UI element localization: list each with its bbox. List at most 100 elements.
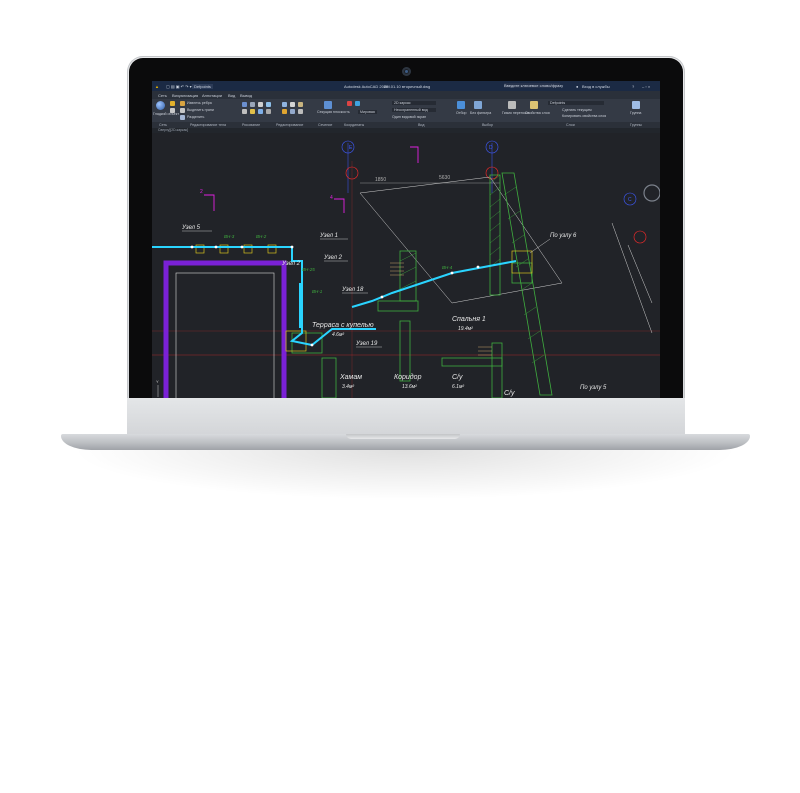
quick-access-toolbar[interactable]: ▢ ▤ ▣ ↶ ↷ ▾ bbox=[166, 84, 192, 89]
layer-props-icon[interactable] bbox=[530, 101, 538, 109]
pipe-label-vn2: ВН-2 bbox=[256, 234, 267, 239]
room-outline-left bbox=[175, 272, 275, 398]
match-layer-button[interactable]: Копировать свойства слоя bbox=[562, 114, 606, 118]
ucs-origin-icon[interactable] bbox=[355, 101, 360, 106]
group-title-selection: Выбор bbox=[482, 123, 494, 127]
spline-icon[interactable] bbox=[258, 109, 263, 114]
make-current-button[interactable]: Сделать текущим bbox=[562, 108, 592, 112]
label-uzel2: Узел 2 bbox=[323, 255, 343, 261]
group-title-modify: Редактирование bbox=[276, 123, 304, 127]
room-hamam-area: 3.4м² bbox=[342, 384, 354, 390]
hatched-walls bbox=[291, 172, 553, 398]
webcam-icon bbox=[402, 67, 411, 76]
tab-view[interactable]: Вид bbox=[228, 93, 235, 98]
viewport-config-dropdown[interactable]: Один видовой экран bbox=[392, 115, 426, 119]
extract-edges-label[interactable]: Извлечь ребра bbox=[187, 101, 212, 105]
dimension-5630: 5630 bbox=[439, 175, 450, 181]
polyline-icon[interactable] bbox=[250, 102, 255, 107]
signin-button[interactable]: Вход в службы bbox=[582, 84, 610, 89]
section-plane-label[interactable]: Секущая плоскость bbox=[317, 110, 350, 114]
gizmo-icon[interactable] bbox=[508, 101, 516, 109]
label-uzel18: Узел 18 bbox=[341, 287, 364, 293]
group-title-mesh: Сеть bbox=[159, 123, 167, 127]
line-icon[interactable] bbox=[242, 102, 247, 107]
dim-line-right bbox=[611, 222, 653, 334]
world-dropdown[interactable]: Мировая bbox=[358, 110, 377, 114]
smooth-object-icon[interactable] bbox=[156, 101, 165, 110]
room-corridor-area: 13.6м² bbox=[402, 384, 417, 390]
mirror-icon[interactable] bbox=[290, 109, 295, 114]
smooth-object-label: Гладкий объект bbox=[153, 112, 179, 116]
purple-wall-outer bbox=[163, 260, 287, 398]
refine-icon[interactable] bbox=[170, 108, 175, 113]
section-plane-icon[interactable] bbox=[324, 101, 332, 109]
room-hamam: Хамам bbox=[339, 374, 362, 381]
tab-annotate[interactable]: Аннотации bbox=[202, 93, 222, 98]
label-po-uzlu5: По узлу 5 bbox=[580, 385, 607, 391]
separate-icon[interactable] bbox=[180, 115, 185, 120]
hatch-icon[interactable] bbox=[250, 109, 255, 114]
tab-visualize[interactable]: Визуализация bbox=[172, 93, 198, 98]
laptop-shadow bbox=[70, 450, 740, 500]
room-wc1-area: 6.1м² bbox=[452, 384, 464, 390]
grid-mark-d: D bbox=[489, 145, 493, 151]
tab-mesh[interactable]: Сеть bbox=[158, 93, 167, 98]
drawing-canvas[interactable]: E D C 1850 5630 ВН-3 ВН-2 ВН-25 ВН-1 ВН-… bbox=[152, 133, 660, 398]
arc-icon[interactable] bbox=[266, 102, 271, 107]
ellipse-icon[interactable] bbox=[266, 109, 271, 114]
room-bedroom-area: 19.4м² bbox=[458, 326, 473, 332]
culling-icon[interactable] bbox=[457, 101, 465, 109]
trim-icon[interactable] bbox=[298, 102, 303, 107]
pipe-label-vn1: ВН-1 bbox=[312, 289, 323, 294]
tab-output[interactable]: Вывод bbox=[240, 93, 252, 98]
room-bedroom: Спальня 1 bbox=[452, 316, 486, 323]
search-input[interactable]: Введите ключевое слово/фразу bbox=[504, 83, 563, 88]
app-logo-icon[interactable]: ▲ bbox=[155, 84, 159, 89]
pipe-label-vn4: ВН-4 bbox=[442, 265, 453, 270]
help-icon[interactable]: ? bbox=[632, 84, 634, 89]
group-icon[interactable] bbox=[632, 101, 640, 109]
highlight-edges-label[interactable]: Выделить грани bbox=[187, 108, 214, 112]
copy-icon[interactable] bbox=[282, 109, 287, 114]
no-filter-label[interactable]: Без фильтра bbox=[470, 111, 491, 115]
dimension-1850: 1850 bbox=[375, 177, 386, 183]
fillet-icon[interactable] bbox=[298, 109, 303, 114]
visual-style-dropdown[interactable]: 2D каркас bbox=[392, 101, 436, 105]
culling-label[interactable]: Отбор bbox=[456, 111, 467, 115]
layer-quick-select[interactable]: Defpoints bbox=[192, 84, 213, 89]
laptop-chin bbox=[127, 398, 685, 436]
section-mark-2: 2 bbox=[200, 189, 203, 195]
group-title-solid-edit: Редактирование тела bbox=[190, 123, 226, 127]
highlight-edges-icon[interactable] bbox=[180, 108, 185, 113]
named-view-dropdown[interactable]: Несохраненный вид bbox=[392, 108, 436, 112]
separate-label[interactable]: Разделить bbox=[187, 115, 204, 119]
ucs-icon[interactable] bbox=[347, 101, 352, 106]
rectangle-icon[interactable] bbox=[242, 109, 247, 114]
no-filter-icon[interactable] bbox=[474, 101, 482, 109]
room-terrace: Терраса с купелью bbox=[312, 322, 374, 329]
room-corridor: Коридор bbox=[394, 373, 422, 381]
user-icon[interactable]: ● bbox=[576, 84, 578, 89]
group-title-section: Сечение bbox=[318, 123, 333, 127]
mesh-icon[interactable] bbox=[170, 101, 175, 106]
group-title-groups: Группы bbox=[630, 123, 642, 127]
window-controls[interactable]: – ▫ × bbox=[642, 84, 650, 89]
drawing-svg: E D C 1850 5630 ВН-3 ВН-2 ВН-25 ВН-1 ВН-… bbox=[152, 140, 660, 398]
rotate-icon[interactable] bbox=[290, 102, 295, 107]
viewcube-icon[interactable] bbox=[643, 184, 660, 202]
room-wc2: С/у bbox=[504, 390, 515, 397]
file-name: КМ.01.10 вторичный.dwg bbox=[384, 84, 431, 89]
layer-props-label[interactable]: Свойства слоя bbox=[525, 111, 550, 115]
pipe-label-vn3: ВН-3 bbox=[224, 234, 235, 239]
group-label[interactable]: Группа bbox=[630, 111, 641, 115]
extract-edges-icon[interactable] bbox=[180, 101, 185, 106]
section-mark-4: 4 bbox=[330, 195, 333, 201]
grid-mark-c: C bbox=[628, 197, 632, 203]
label-uzel19: Узел 19 bbox=[355, 341, 378, 347]
viewport-controls[interactable]: Сверху][2D-каркас] bbox=[158, 128, 188, 132]
move-icon[interactable] bbox=[282, 102, 287, 107]
circle-icon[interactable] bbox=[258, 102, 263, 107]
layer-dropdown[interactable]: Defpoints bbox=[548, 101, 604, 105]
grid-mark-e: E bbox=[349, 145, 353, 151]
group-title-layers: Слои bbox=[566, 123, 575, 127]
